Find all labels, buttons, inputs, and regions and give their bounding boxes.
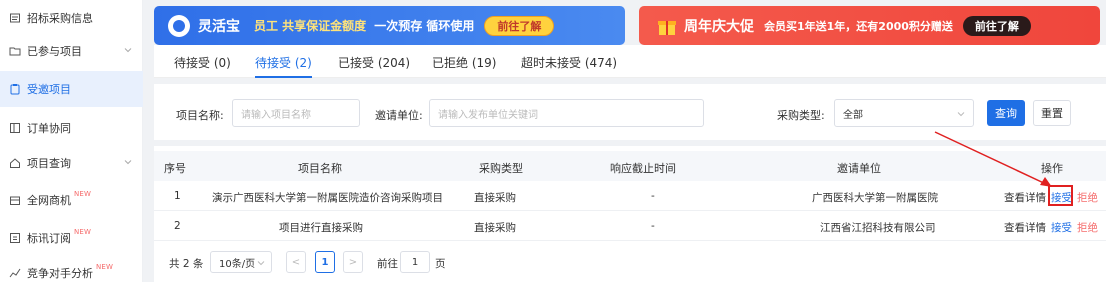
purchase-type-label: 采购类型:	[777, 109, 825, 122]
subscribe-icon	[8, 231, 22, 245]
sidebar-item-label: 标讯订阅	[27, 232, 71, 245]
purchase-type-value: 全部	[843, 109, 863, 121]
table-header: 序号 项目名称 采购类型 响应截止时间 邀请单位 操作	[154, 151, 1106, 181]
sidebar-item-project-query[interactable]: 项目查询	[0, 145, 143, 181]
promo-banner-left[interactable]: 灵活宝 员工 共享保证金额度 一次预存 循环使用 前往了解	[154, 6, 625, 45]
goto-page-input[interactable]: 1	[400, 251, 430, 273]
tab-rejected[interactable]: 已拒绝 (19)	[432, 54, 496, 78]
sidebar-item-opportunities[interactable]: 全网商机 NEW	[0, 182, 143, 218]
goto-label: 前往	[377, 258, 398, 270]
project-name-input[interactable]: 请输入项目名称	[232, 99, 360, 127]
pagination: 共 2 条 10条/页 < 1 > 前往 1 页	[154, 250, 654, 274]
prev-page-button[interactable]: <	[286, 251, 306, 273]
chevron-down-icon	[957, 112, 965, 117]
tab-accepted[interactable]: 已接受 (204)	[338, 54, 410, 78]
row-deadline: -	[651, 190, 655, 202]
banner-learn-more-button[interactable]: 前往了解	[962, 15, 1031, 36]
tab-timeout[interactable]: 超时未接受 (474)	[521, 54, 617, 78]
sidebar-item-label: 项目查询	[27, 157, 71, 170]
sidebar-item-participated[interactable]: 已参与项目	[0, 33, 143, 69]
table-row: 2 项目进行直接采购 直接采购 - 江西省江招科技有限公司 查看详情 接受 拒绝	[154, 211, 1106, 241]
tab-pending-2[interactable]: 待接受 (2)	[255, 54, 312, 78]
page-1-button[interactable]: 1	[315, 251, 335, 273]
sidebar-item-label: 已参与项目	[27, 45, 82, 58]
reject-link[interactable]: 拒绝	[1077, 220, 1098, 235]
sidebar-item-orders[interactable]: 订单协同	[0, 110, 143, 146]
shop-icon	[8, 193, 22, 207]
gift-icon	[655, 14, 679, 38]
header-inviter: 邀请单位	[837, 162, 881, 175]
next-page-button[interactable]: >	[343, 251, 363, 273]
header-deadline: 响应截止时间	[610, 162, 676, 175]
status-tabs: 待接受 (0) 待接受 (2) 已接受 (204) 已拒绝 (19) 超时未接受…	[154, 45, 1106, 78]
banner-title: 周年庆大促	[684, 18, 754, 35]
header-index: 序号	[164, 162, 186, 175]
row-inviter: 广西医科大学第一附属医院	[812, 192, 938, 204]
row-project-name: 项目进行直接采购	[279, 222, 363, 234]
invited-projects-table: 序号 项目名称 采购类型 响应截止时间 邀请单位 操作 1 演示广西医科大学第一…	[154, 146, 1106, 282]
row-project-name: 演示广西医科大学第一附属医院造价咨询采购项目	[212, 192, 443, 204]
purchase-type-select[interactable]: 全部	[834, 99, 974, 127]
row-inviter: 江西省江招科技有限公司	[820, 222, 936, 234]
reject-link[interactable]: 拒绝	[1077, 190, 1098, 205]
sidebar-item-label: 全网商机	[27, 194, 71, 207]
document-icon	[8, 11, 22, 25]
chart-icon	[8, 266, 22, 280]
promo-banner-right[interactable]: 周年庆大促 会员买1年送1年，还有2000积分赠送 前往了解	[639, 6, 1100, 45]
project-name-label: 项目名称:	[176, 109, 224, 122]
page-size-value: 10条/页	[219, 258, 256, 270]
chevron-down-icon	[124, 48, 132, 53]
row-purchase-type: 直接采购	[474, 192, 516, 204]
logo-icon	[168, 14, 190, 37]
new-badge: NEW	[74, 228, 92, 236]
accept-link[interactable]: 接受	[1051, 220, 1072, 235]
header-actions: 操作	[1041, 162, 1063, 175]
sidebar-item-subscribe[interactable]: 标讯订阅 NEW	[0, 220, 143, 256]
row-purchase-type: 直接采购	[474, 222, 516, 234]
sidebar-item-label: 招标采购信息	[27, 12, 93, 25]
banner-title: 灵活宝	[198, 18, 240, 35]
reset-button[interactable]: 重置	[1033, 100, 1071, 126]
banner-text: 会员买1年送1年，还有2000积分赠送	[764, 19, 953, 33]
search-button[interactable]: 查询	[987, 100, 1025, 126]
banner-text-2: 一次预存 循环使用	[374, 19, 475, 33]
sidebar-item-bidding-info[interactable]: 招标采购信息	[0, 0, 143, 36]
view-details-link[interactable]: 查看详情	[1004, 190, 1046, 205]
sidebar-item-label: 订单协同	[27, 122, 71, 135]
chevron-down-icon	[257, 261, 265, 266]
home-icon	[8, 156, 22, 170]
inviter-label: 邀请单位:	[375, 109, 423, 122]
sidebar-item-invited[interactable]: 受邀项目	[0, 71, 143, 107]
tab-pending-0[interactable]: 待接受 (0)	[174, 54, 231, 78]
page-size-select[interactable]: 10条/页	[210, 251, 272, 273]
clipboard-icon	[8, 82, 22, 96]
total-count: 共 2 条	[169, 258, 204, 270]
row-deadline: -	[651, 220, 655, 232]
new-badge: NEW	[74, 190, 92, 198]
new-badge: NEW	[96, 263, 114, 271]
banner-text: 员工 共享保证金额度	[254, 19, 367, 33]
table-row: 1 演示广西医科大学第一附属医院造价咨询采购项目 直接采购 - 广西医科大学第一…	[154, 181, 1106, 211]
header-project-name: 项目名称	[298, 162, 342, 175]
row-index: 2	[174, 220, 181, 232]
page-unit-label: 页	[435, 258, 446, 270]
sidebar: 招标采购信息 已参与项目 受邀项目 订单协同 项目查询 全网商机 NEW 标讯订…	[0, 0, 143, 282]
highlight-box	[1048, 185, 1073, 206]
banner-learn-more-button[interactable]: 前往了解	[484, 15, 555, 36]
folder-icon	[8, 44, 22, 58]
row-index: 1	[174, 190, 181, 202]
chevron-down-icon	[124, 160, 132, 165]
sidebar-item-label: 竞争对手分析	[27, 267, 93, 280]
inviter-input[interactable]: 请输入发布单位关键词	[429, 99, 704, 127]
list-icon	[8, 121, 22, 135]
sidebar-item-competitor[interactable]: 竞争对手分析 NEW	[0, 255, 143, 282]
filter-panel: 项目名称: 请输入项目名称 邀请单位: 请输入发布单位关键词 采购类型: 全部 …	[154, 84, 1106, 140]
sidebar-item-label: 受邀项目	[27, 83, 71, 96]
view-details-link[interactable]: 查看详情	[1004, 220, 1046, 235]
header-purchase-type: 采购类型	[479, 162, 523, 175]
